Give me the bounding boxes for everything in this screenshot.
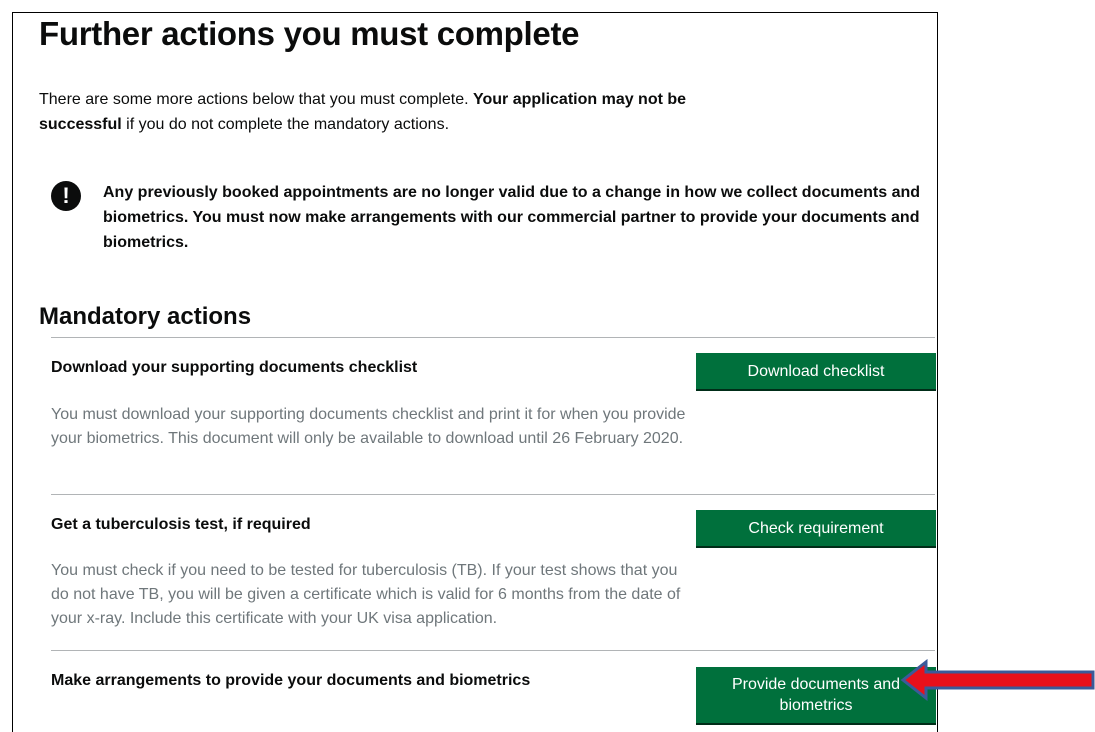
mandatory-actions-heading: Mandatory actions bbox=[39, 303, 252, 330]
intro-text-part1: There are some more actions below that y… bbox=[39, 91, 473, 108]
action-description-checklist: You must download your supporting docume… bbox=[51, 406, 686, 447]
intro-text-part2: if you do not complete the mandatory act… bbox=[121, 116, 450, 133]
action-title-biometrics: Make arrangements to provide your docume… bbox=[51, 672, 531, 689]
page-frame: Further actions you must complete There … bbox=[12, 12, 938, 732]
action-description-tuberculosis: You must check if you need to be tested … bbox=[51, 562, 681, 627]
action-divider bbox=[51, 650, 935, 651]
action-divider bbox=[51, 494, 935, 495]
arrow-left-icon bbox=[900, 659, 1095, 701]
action-title-tuberculosis: Get a tuberculosis test, if required bbox=[51, 516, 311, 533]
section-divider bbox=[51, 337, 935, 338]
page-title: Further actions you must complete bbox=[39, 15, 580, 52]
exclamation-icon: ! bbox=[51, 181, 81, 211]
check-requirement-button[interactable]: Check requirement bbox=[696, 510, 936, 546]
action-title-checklist: Download your supporting documents check… bbox=[51, 359, 418, 376]
intro-text: There are some more actions below that y… bbox=[39, 87, 719, 137]
warning-text: Any previously booked appointments are n… bbox=[103, 184, 921, 251]
download-checklist-button[interactable]: Download checklist bbox=[696, 353, 936, 389]
